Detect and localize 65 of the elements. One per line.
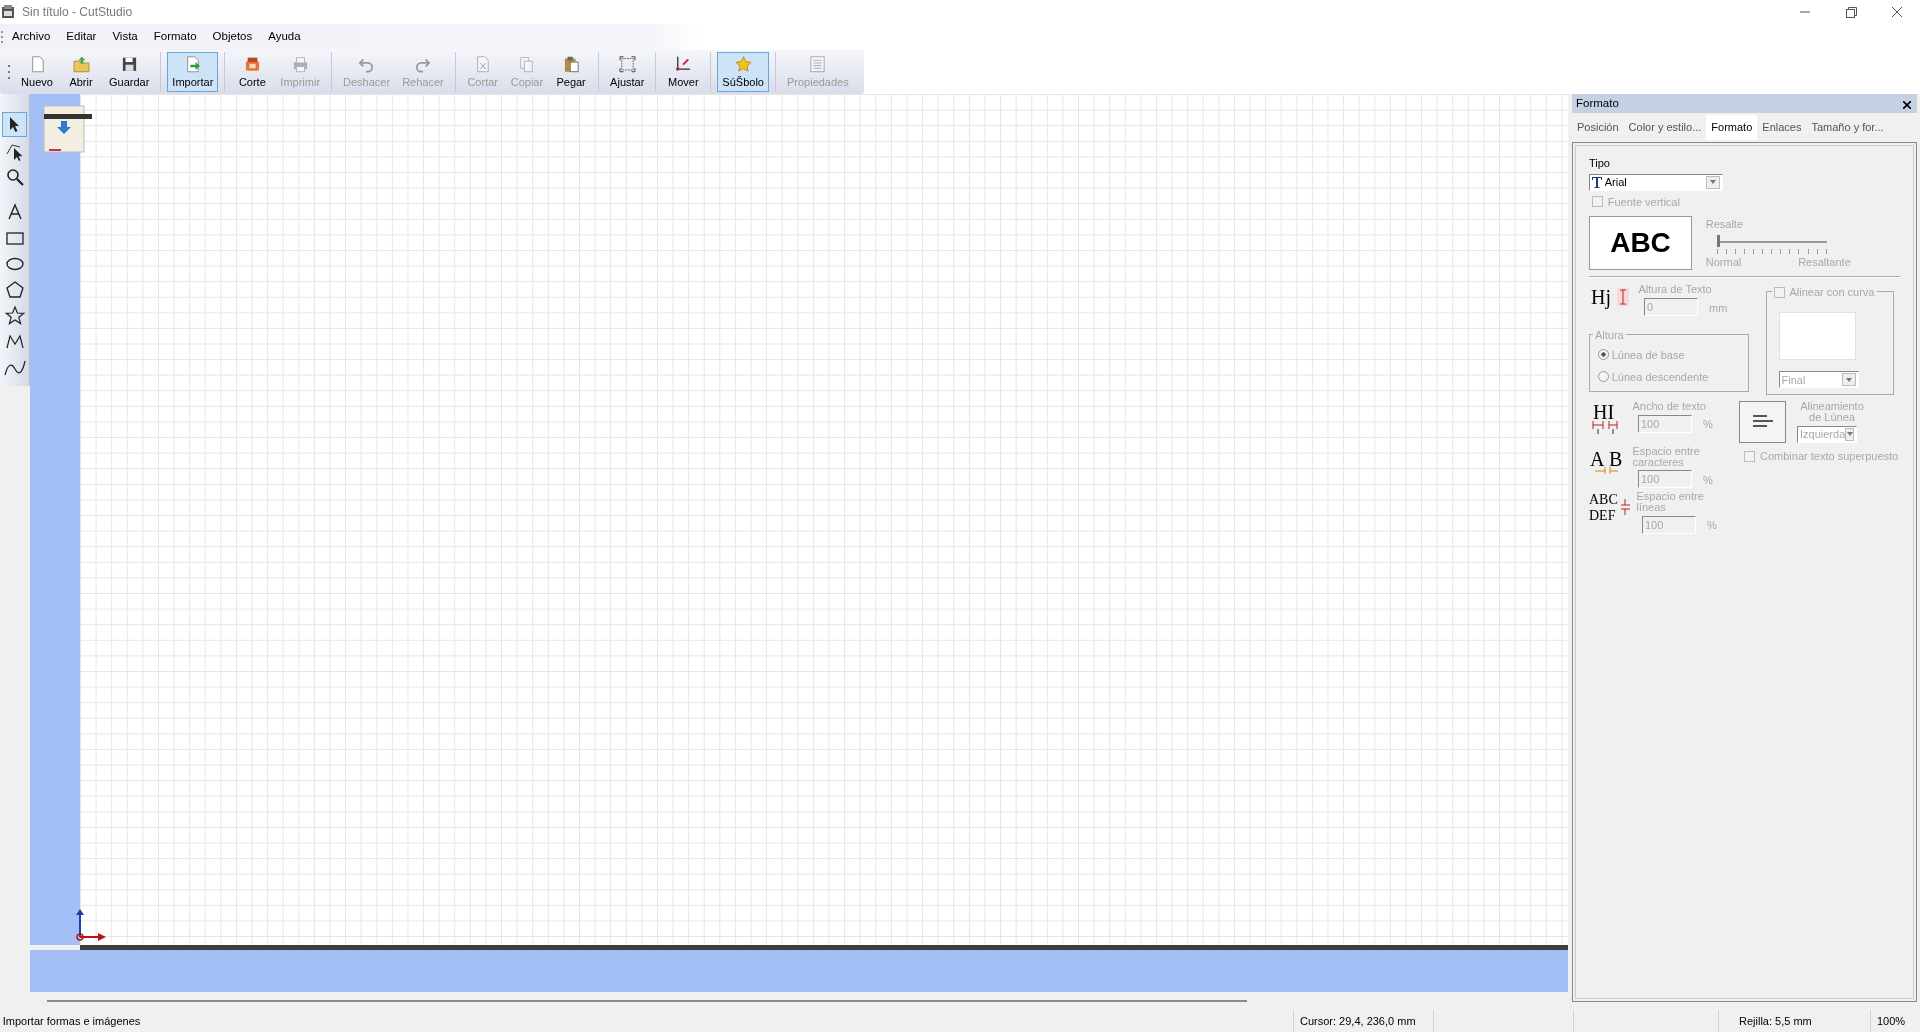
field-label: Ancho de texto xyxy=(1632,400,1707,412)
app-icon xyxy=(0,4,16,20)
tab[interactable]: Enlaces xyxy=(1757,115,1807,140)
font-type-icon xyxy=(1592,176,1602,188)
field-label: Altura de Texto xyxy=(1638,284,1713,296)
menu-item[interactable]: Archivo xyxy=(4,26,59,48)
field-label: Espacio entre líneas xyxy=(1636,491,1705,513)
slider-min-label: Normal xyxy=(1705,254,1742,270)
toolbar-button[interactable]: Nuevo xyxy=(16,52,58,92)
menu-item[interactable]: Ayuda xyxy=(260,26,309,48)
toolbar-button[interactable]: Guardar xyxy=(104,52,155,92)
unit-label: % xyxy=(1703,472,1713,488)
menu-item[interactable]: Formato xyxy=(145,26,205,48)
window-title: Sin título - CutStudio xyxy=(22,4,134,21)
unit-label: mm xyxy=(1709,300,1728,316)
horizontal-scrollbar[interactable] xyxy=(47,1000,1247,1002)
tab[interactable]: Tamaño y for... xyxy=(1806,115,1889,140)
zoom-level: 100% xyxy=(1877,1013,1906,1029)
tool-button[interactable] xyxy=(2,112,27,137)
fit-frame-icon xyxy=(616,55,638,74)
caret-icon xyxy=(1710,180,1716,185)
toolbar-button[interactable]: Corte xyxy=(231,52,274,92)
panel-title: Formato xyxy=(1576,95,1619,111)
menu-item[interactable]: Vista xyxy=(104,26,146,48)
toolbar-button[interactable]: Importar xyxy=(167,52,219,92)
caret-icon xyxy=(1846,432,1853,436)
restore-icon xyxy=(1845,6,1857,18)
field-label: Tipo xyxy=(1589,155,1611,171)
tab[interactable]: Formato xyxy=(1706,115,1758,140)
star-outline-icon xyxy=(3,304,26,327)
checkbox-label: Fuente vertical xyxy=(1607,194,1680,210)
toolbar-button[interactable]: SúŠbolo xyxy=(717,52,769,92)
align-left-button[interactable] xyxy=(1739,400,1786,443)
folder-icon xyxy=(70,55,92,74)
close-icon xyxy=(1892,7,1902,17)
tab[interactable]: Color y estilo... xyxy=(1623,115,1707,140)
toolbar-button[interactable]: Abrir xyxy=(60,52,102,92)
minimize-icon xyxy=(1800,11,1810,13)
field-label: Alineamiento de Lúnea xyxy=(1799,400,1865,423)
origin-axes-drawing xyxy=(74,907,108,943)
menu-item[interactable]: Objetos xyxy=(204,26,261,48)
unit-label: % xyxy=(1703,417,1713,432)
toolbar-button[interactable]: Pegar xyxy=(550,52,593,92)
cursor-position: Cursor: 29,4, 236,0 mm xyxy=(1300,1013,1416,1029)
slider-label: Resalte xyxy=(1705,216,1745,232)
tab[interactable]: Posición xyxy=(1572,115,1624,140)
align-left-icon xyxy=(1750,413,1775,430)
toolbar-button[interactable]: Mover xyxy=(662,52,705,92)
radio-label: Lúnea de base xyxy=(1611,347,1685,363)
checkbox-label: Alinear con curva xyxy=(1789,285,1875,301)
text-preview: ABC xyxy=(1589,215,1692,270)
field-label: Espacio entre caracteres xyxy=(1632,445,1701,468)
checkbox-label: Combinar texto superpuesto xyxy=(1760,449,1899,465)
radio-label: Lúnea descendente xyxy=(1611,369,1709,385)
menu-item[interactable]: Editar xyxy=(58,26,105,48)
dropdown[interactable]: Arial xyxy=(1589,173,1723,191)
unit-label: % xyxy=(1707,518,1717,534)
menu-grip-icon xyxy=(0,29,4,45)
status-message: Importar formas e imágenes xyxy=(1,1013,142,1029)
close-icon xyxy=(1903,100,1911,109)
grid-size: Rejilla: 5,5 mm xyxy=(1739,1013,1812,1029)
caret-icon xyxy=(1845,377,1852,382)
toolbar-button[interactable]: Ajustar xyxy=(605,52,650,92)
slider-max-label: Resaltante xyxy=(1798,254,1851,270)
tool-button[interactable] xyxy=(2,303,27,328)
